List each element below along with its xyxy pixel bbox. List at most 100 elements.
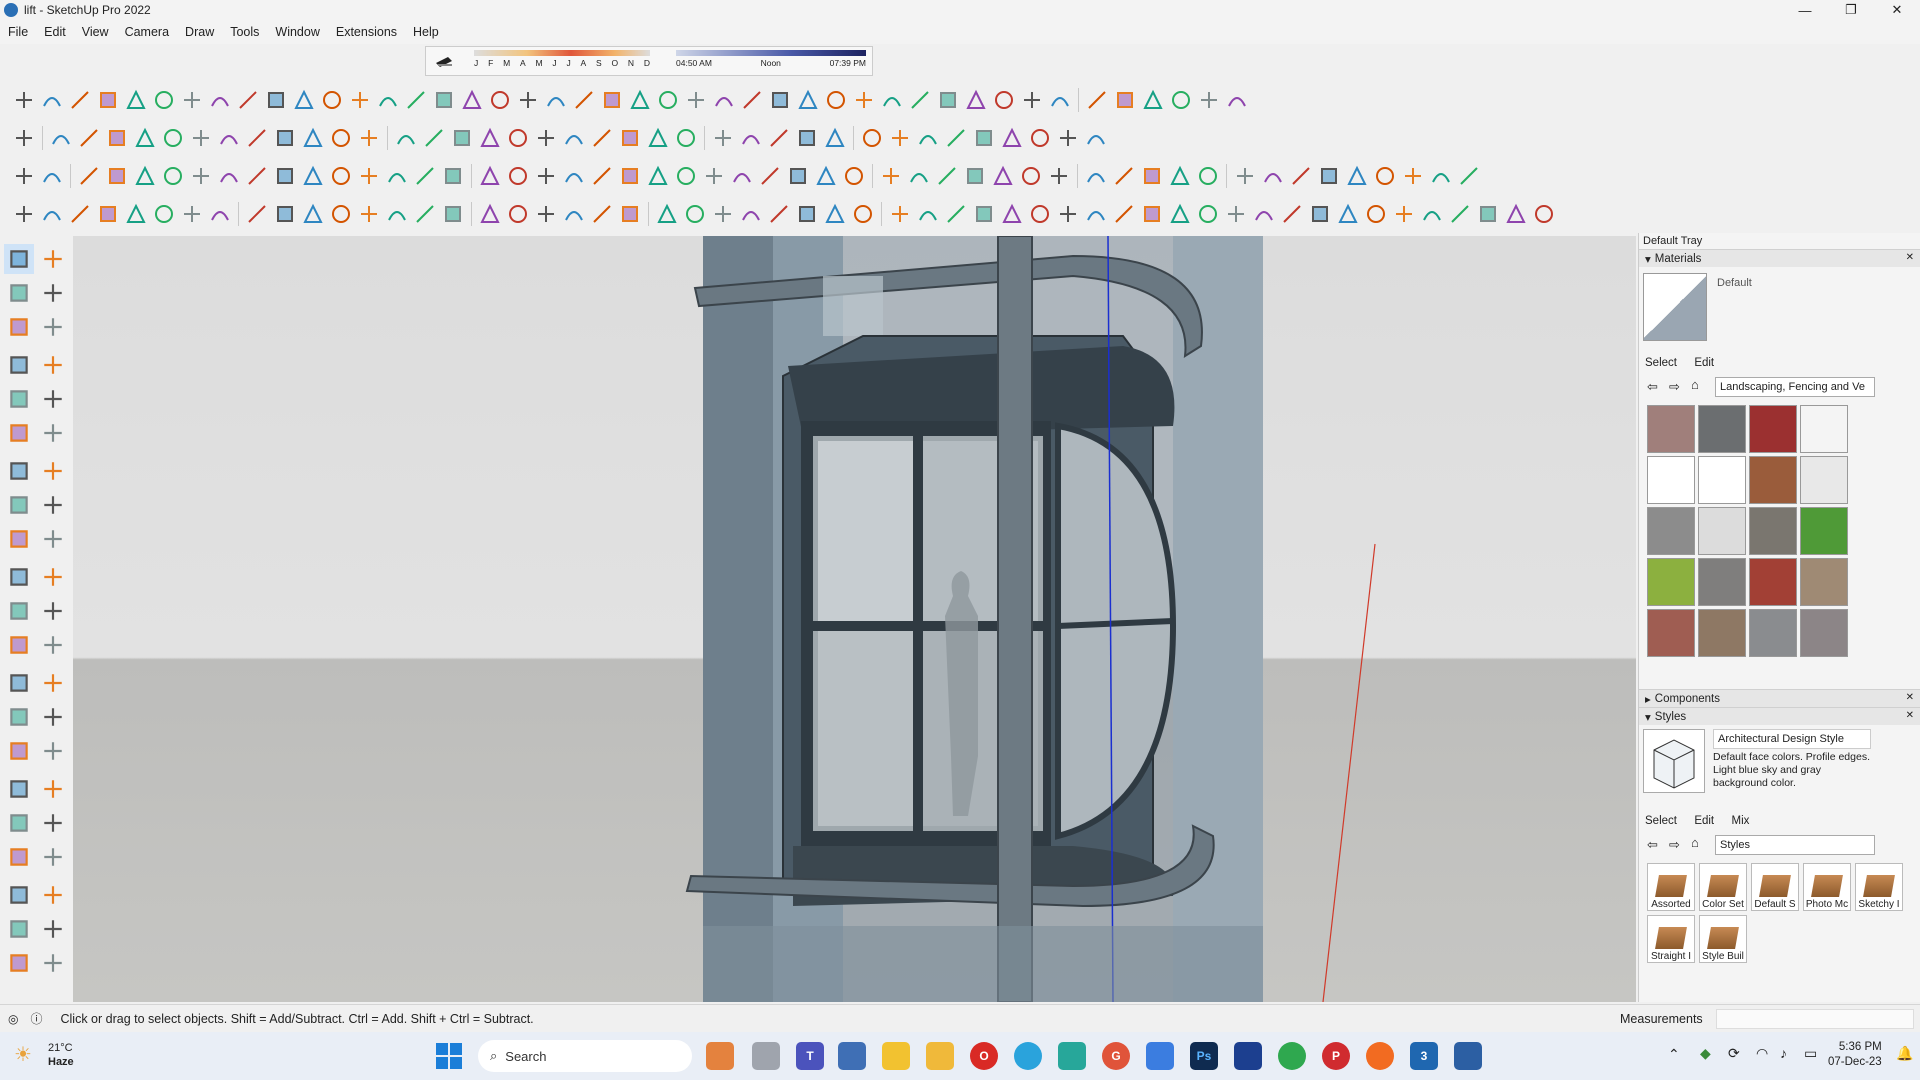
toolbar-tool-icon[interactable] [998, 124, 1026, 152]
toolbar-tool-icon[interactable] [1446, 200, 1474, 228]
toolbar-tool-icon[interactable] [299, 200, 327, 228]
orbit-icon[interactable] [38, 244, 68, 274]
layers-manager-icon[interactable] [38, 948, 68, 978]
toolbar-tool-icon[interactable] [756, 162, 784, 190]
toolbar-tool-icon[interactable] [1138, 162, 1166, 190]
menu-help[interactable]: Help [405, 25, 447, 39]
toolbar-tool-icon[interactable] [439, 162, 467, 190]
toolbar-tool-icon[interactable] [532, 124, 560, 152]
style-tile[interactable]: Style Buil [1699, 915, 1747, 963]
toolbar-tool-icon[interactable] [858, 124, 886, 152]
materials-panel-header[interactable]: ▾ Materials ✕ [1639, 249, 1920, 267]
volume-icon[interactable]: ♪ [1780, 1045, 1787, 1061]
toolbar-tool-icon[interactable] [1250, 200, 1278, 228]
line-icon[interactable] [4, 350, 34, 380]
toolbar-tool-icon[interactable] [355, 200, 383, 228]
toolbar-tool-icon[interactable] [66, 86, 94, 114]
toolbar-tool-icon[interactable] [532, 162, 560, 190]
menu-file[interactable]: File [0, 25, 36, 39]
toolbar-tool-icon[interactable] [38, 200, 66, 228]
circle-icon[interactable] [4, 418, 34, 448]
material-swatch[interactable] [1800, 609, 1848, 657]
toolbar-tool-icon[interactable] [1166, 200, 1194, 228]
toolbar-tool-icon[interactable] [476, 162, 504, 190]
tab-edit[interactable]: Edit [1694, 815, 1714, 827]
toolbar-tool-icon[interactable] [327, 200, 355, 228]
toolbar-tool-icon[interactable] [1194, 200, 1222, 228]
toolbar-tool-icon[interactable] [1017, 162, 1045, 190]
toolbar-tool-icon[interactable] [709, 124, 737, 152]
pie-icon[interactable] [38, 456, 68, 486]
toolbar-tool-icon[interactable] [914, 200, 942, 228]
maximize-button[interactable]: ❐ [1828, 0, 1874, 20]
toolbar-tool-icon[interactable] [1026, 124, 1054, 152]
toolbar-tool-icon[interactable] [271, 124, 299, 152]
toolbar-tool-icon[interactable] [1287, 162, 1315, 190]
toolbar-tool-icon[interactable] [476, 200, 504, 228]
pan-icon[interactable] [38, 736, 68, 766]
toolbar-tool-icon[interactable] [1054, 124, 1082, 152]
tape-measure-icon[interactable] [38, 312, 68, 342]
toolbar-tool-icon[interactable] [355, 124, 383, 152]
material-swatch[interactable] [1698, 456, 1746, 504]
toolbar-tool-icon[interactable] [672, 124, 700, 152]
toolbar-tool-icon[interactable] [933, 162, 961, 190]
toolbar-tool-icon[interactable] [159, 124, 187, 152]
toolbar-tool-icon[interactable] [206, 86, 234, 114]
toolbar-tool-icon[interactable] [150, 86, 178, 114]
material-swatch[interactable] [1698, 609, 1746, 657]
toolbar-tool-icon[interactable] [970, 200, 998, 228]
toolbar-tool-icon[interactable] [38, 162, 66, 190]
toolbar-tool-icon[interactable] [626, 86, 654, 114]
toolbar-tool-icon[interactable] [411, 200, 439, 228]
toolbar-tool-icon[interactable] [906, 86, 934, 114]
section-plane-icon[interactable] [4, 914, 34, 944]
sync-icon[interactable]: ⟳ [1728, 1045, 1740, 1062]
toolbar-tool-icon[interactable] [206, 200, 234, 228]
toolbar-tool-icon[interactable] [476, 124, 504, 152]
toolbar-tool-icon[interactable] [355, 162, 383, 190]
toolbar-tool-icon[interactable] [504, 162, 532, 190]
toolbar-tool-icon[interactable] [1315, 162, 1343, 190]
toolbar-tool-icon[interactable] [532, 200, 560, 228]
tab-select[interactable]: Select [1645, 357, 1677, 369]
tape-measure-icon[interactable] [4, 630, 34, 660]
menu-window[interactable]: Window [267, 25, 327, 39]
3d-text-icon[interactable] [38, 702, 68, 732]
style-name-field[interactable]: Architectural Design Style [1713, 729, 1871, 749]
toolbar-tool-icon[interactable] [439, 200, 467, 228]
toolbar-tool-icon[interactable] [122, 86, 150, 114]
arc-icon[interactable] [4, 456, 34, 486]
rotate-icon[interactable] [4, 562, 34, 592]
toolbar-tool-icon[interactable] [934, 86, 962, 114]
toolbar-tool-icon[interactable] [1046, 86, 1074, 114]
menu-view[interactable]: View [74, 25, 117, 39]
toolbar-tool-icon[interactable] [103, 162, 131, 190]
toolbar-tool-icon[interactable] [914, 124, 942, 152]
freehand-icon[interactable] [38, 350, 68, 380]
axes-icon[interactable] [4, 702, 34, 732]
toolbar-tool-icon[interactable] [1427, 162, 1455, 190]
toolbar-tool-icon[interactable] [793, 200, 821, 228]
material-swatch[interactable] [1698, 405, 1746, 453]
menu-draw[interactable]: Draw [177, 25, 222, 39]
toolbar-tool-icon[interactable] [560, 200, 588, 228]
materials-collection-dropdown[interactable]: Landscaping, Fencing and Ve [1715, 377, 1875, 397]
toolbar-tool-icon[interactable] [383, 200, 411, 228]
toolbar-tool-icon[interactable] [1278, 200, 1306, 228]
toolbar-tool-icon[interactable] [560, 124, 588, 152]
material-swatch[interactable] [1698, 558, 1746, 606]
zoom-icon[interactable] [4, 774, 34, 804]
toolbar-tool-icon[interactable] [1231, 162, 1259, 190]
toolbar-tool-icon[interactable] [94, 86, 122, 114]
styles-collection-dropdown[interactable]: Styles [1715, 835, 1875, 855]
material-swatch[interactable] [1800, 456, 1848, 504]
toolbar-tool-icon[interactable] [1371, 162, 1399, 190]
toolbar-tool-icon[interactable] [570, 86, 598, 114]
toolbar-tool-icon[interactable] [131, 162, 159, 190]
toolbar-tool-icon[interactable] [1045, 162, 1073, 190]
toolbar-tool-icon[interactable] [131, 124, 159, 152]
style-tile[interactable]: Color Set [1699, 863, 1747, 911]
toolbar-tool-icon[interactable] [1018, 86, 1046, 114]
toolbar-tool-icon[interactable] [765, 124, 793, 152]
